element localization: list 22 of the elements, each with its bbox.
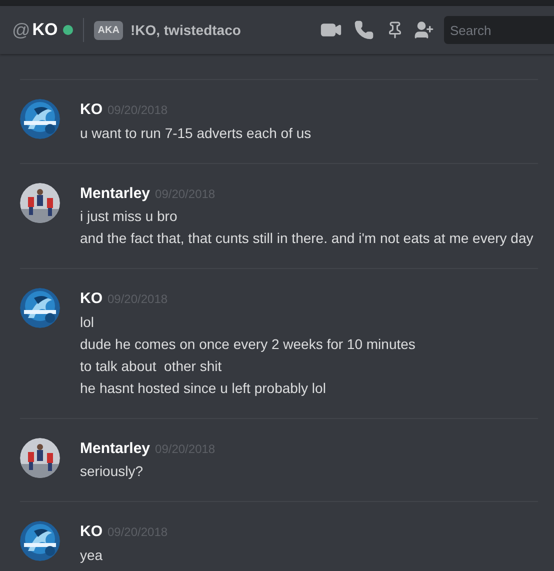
author-name[interactable]: KO bbox=[80, 99, 102, 122]
message-text: dude he comes on once every 2 weeks for 10 minutes bbox=[80, 334, 416, 354]
message-text: u want to run 7-15 adverts each of us bbox=[80, 124, 312, 142]
pin-icon[interactable] bbox=[386, 21, 404, 39]
message-text: seriously? bbox=[80, 462, 144, 481]
aka-names: !KO, twistedtaco bbox=[130, 20, 241, 40]
at-symbol: @ bbox=[12, 18, 30, 42]
channel-name: KO bbox=[32, 19, 58, 42]
author-name[interactable]: KO bbox=[80, 288, 102, 310]
message-text: and the fact that, that cunts still in there. and i'm not eats at me every day bbox=[80, 229, 534, 248]
add-user-icon[interactable] bbox=[414, 20, 434, 40]
message-text: he hasnt hosted since u left probably lol bbox=[80, 378, 327, 398]
aka-badge: AKA bbox=[94, 20, 124, 40]
message-text: lol bbox=[80, 312, 96, 332]
author-name[interactable]: Mentarley bbox=[80, 438, 150, 460]
author-name[interactable]: KO bbox=[80, 521, 102, 544]
message-text: i just miss u bro bbox=[80, 207, 178, 226]
message-text: to talk about other shit bbox=[80, 356, 223, 376]
phone-call-icon[interactable] bbox=[354, 20, 374, 40]
search-field[interactable]: Search bbox=[444, 16, 554, 44]
author-name[interactable]: Mentarley bbox=[80, 182, 150, 205]
message-text: yea bbox=[80, 546, 104, 565]
